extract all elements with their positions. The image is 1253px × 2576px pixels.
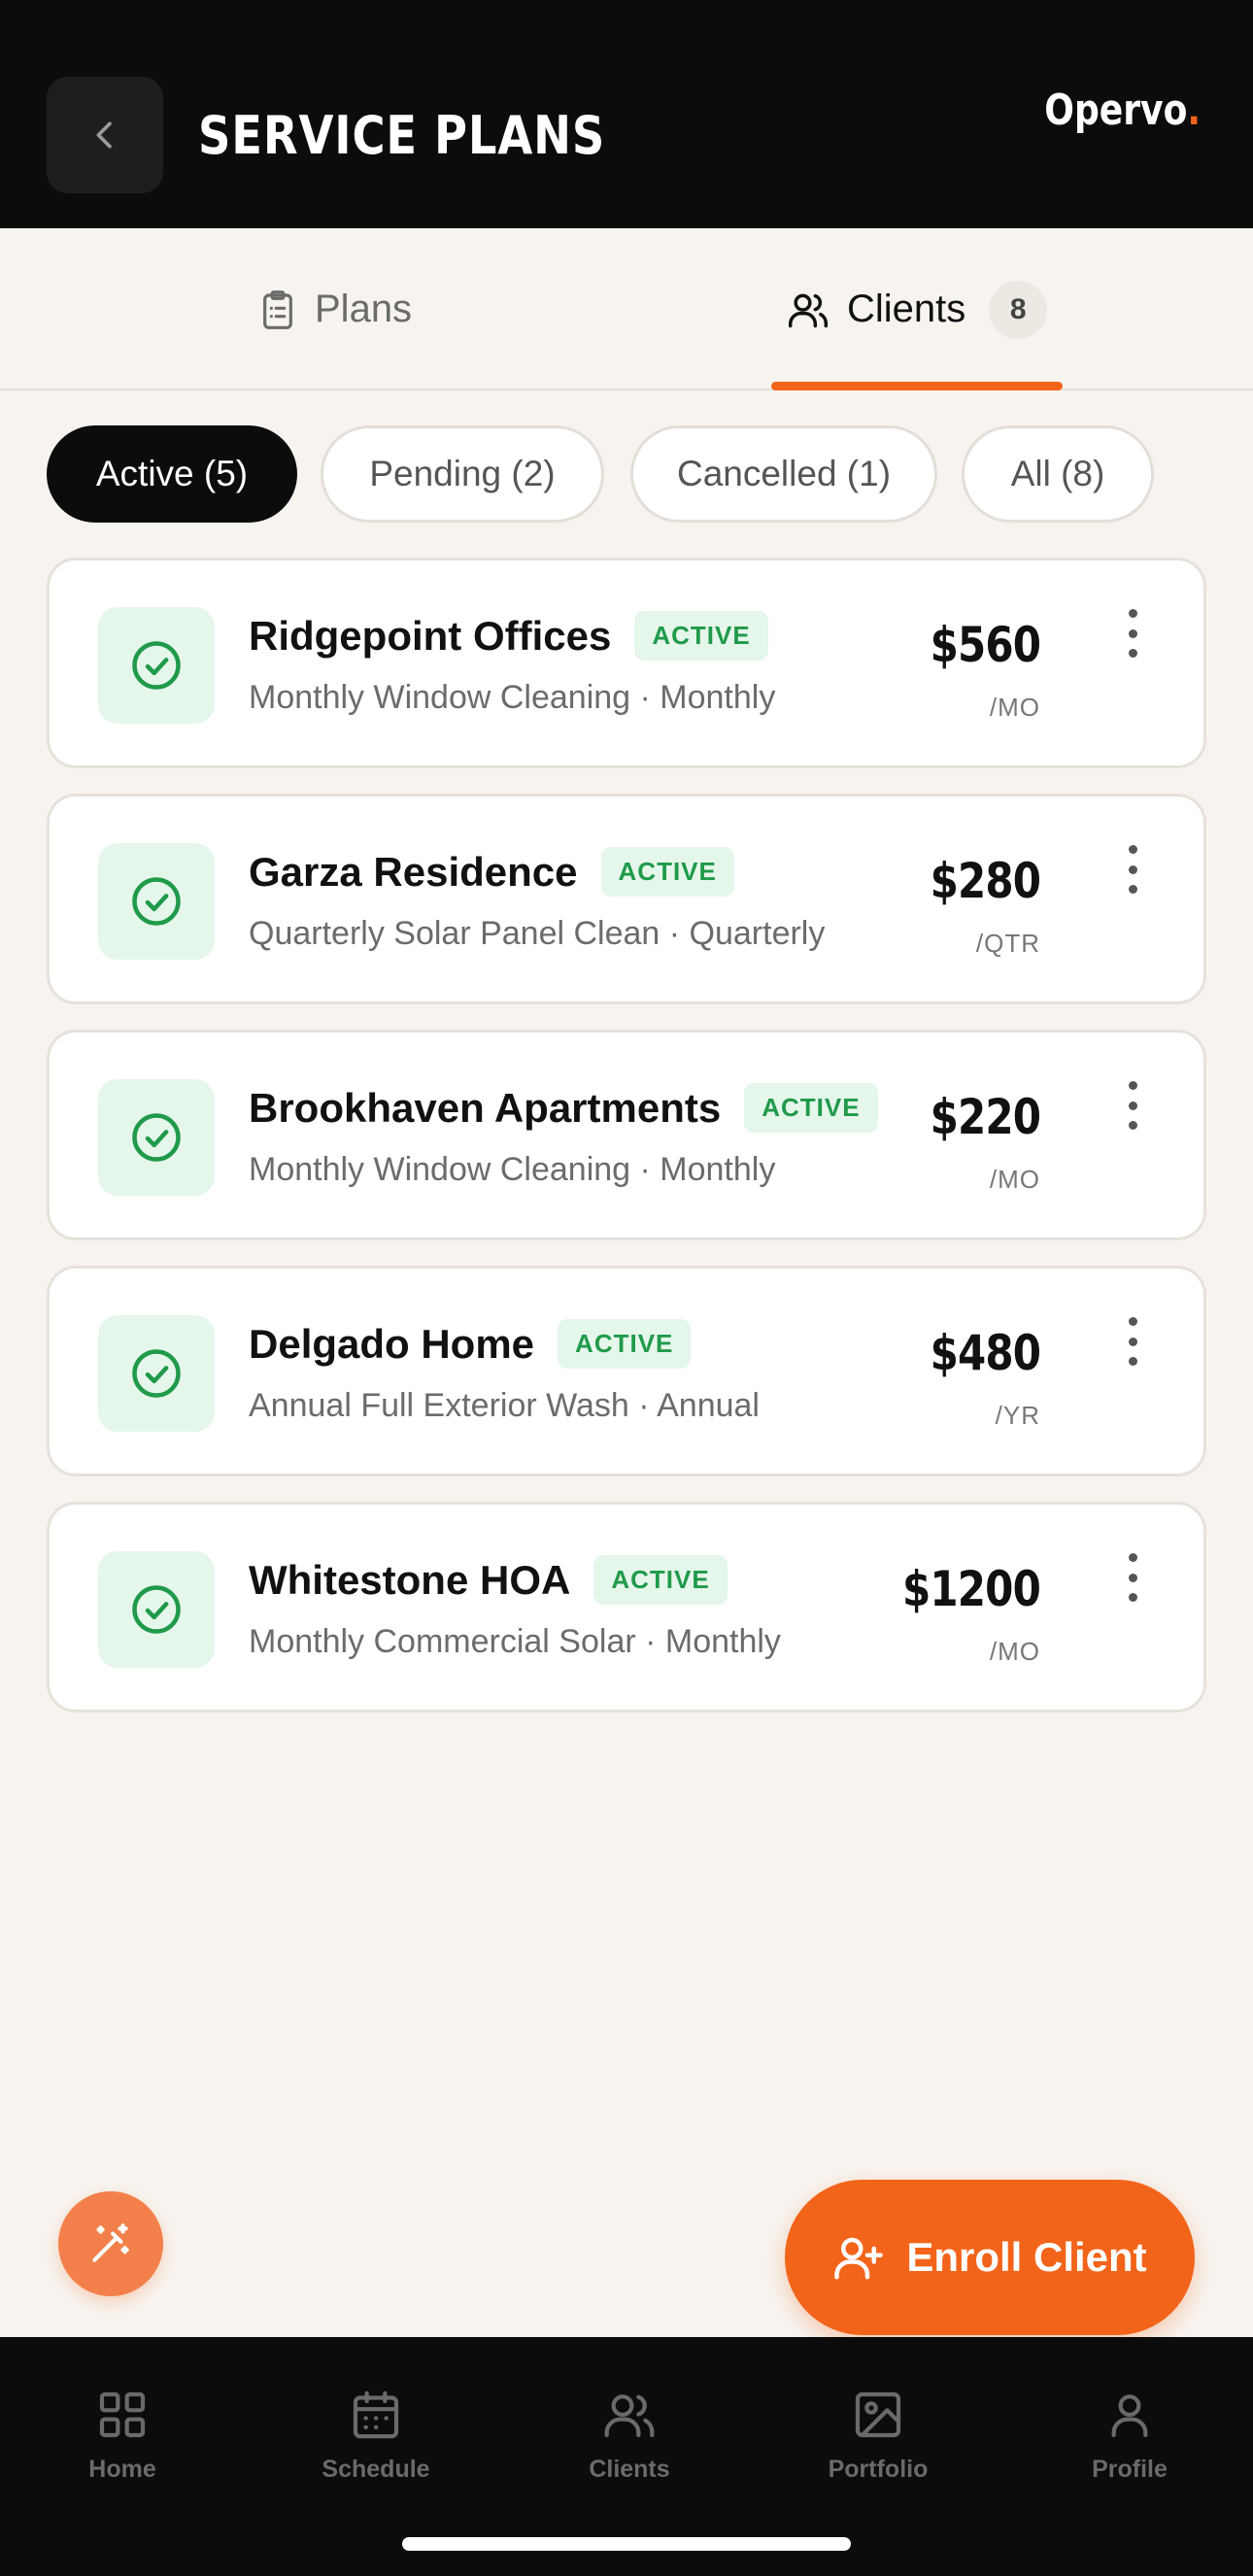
- image-icon: [855, 2391, 901, 2438]
- status-badge: ACTIVE: [558, 1319, 692, 1369]
- nav-home-label: Home: [88, 2456, 156, 2483]
- plan-price: $220: [930, 1089, 1040, 1145]
- client-name: Whitestone HOA: [249, 1556, 571, 1603]
- clients-count-badge: 8: [989, 280, 1048, 339]
- more-options-icon[interactable]: [1118, 609, 1147, 658]
- grid-icon: [99, 2391, 146, 2438]
- more-options-icon[interactable]: [1118, 1317, 1147, 1366]
- filter-pending[interactable]: Pending (2): [321, 425, 604, 523]
- status-icon-tile: [98, 607, 215, 724]
- chevron-left-icon: [96, 121, 112, 149]
- status-badge: ACTIVE: [744, 1083, 878, 1133]
- more-options-icon[interactable]: [1118, 1081, 1147, 1130]
- client-card[interactable]: Garza Residence ACTIVE Quarterly Solar P…: [47, 794, 1206, 1004]
- enroll-client-button[interactable]: Enroll Client: [785, 2180, 1195, 2335]
- active-tab-indicator: [771, 382, 1063, 390]
- clipboard-icon: [263, 289, 292, 329]
- tab-clients[interactable]: Clients 8: [787, 228, 1048, 390]
- client-name-row: Ridgepoint Offices ACTIVE: [249, 611, 768, 661]
- enroll-client-label: Enroll Client: [906, 2234, 1147, 2280]
- nav-portfolio[interactable]: Portfolio: [781, 2388, 975, 2484]
- client-name-row: Delgado Home ACTIVE: [249, 1319, 692, 1369]
- more-options-icon[interactable]: [1118, 1553, 1147, 1602]
- brand-name: Opervo: [1044, 85, 1188, 135]
- nav-clients[interactable]: Clients: [532, 2388, 727, 2484]
- check-circle-icon: [132, 1113, 181, 1162]
- status-icon-tile: [98, 843, 215, 960]
- billing-period: /QTR: [975, 929, 1040, 958]
- tab-plans[interactable]: Plans: [258, 228, 412, 390]
- status-badge: ACTIVE: [634, 611, 768, 661]
- back-button[interactable]: [47, 77, 163, 193]
- status-icon-tile: [98, 1079, 215, 1196]
- nav-schedule[interactable]: Schedule: [279, 2388, 473, 2484]
- client-name: Garza Residence: [249, 848, 578, 895]
- brand-logo: Opervo.: [1044, 85, 1201, 135]
- check-circle-icon: [132, 1349, 181, 1398]
- users-icon: [604, 2394, 655, 2438]
- check-circle-icon: [132, 641, 181, 690]
- plan-price: $480: [930, 1325, 1040, 1381]
- plan-description: Quarterly Solar Panel Clean · Quarterly: [249, 915, 826, 952]
- client-name-row: Garza Residence ACTIVE: [249, 847, 734, 897]
- tab-plans-label: Plans: [315, 288, 413, 330]
- page-title: SERVICE PLANS: [198, 105, 606, 166]
- status-icon-tile: [98, 1315, 215, 1432]
- plan-price: $560: [930, 617, 1040, 673]
- check-circle-icon: [132, 877, 181, 926]
- billing-period: /YR: [995, 1401, 1040, 1430]
- home-indicator: [402, 2537, 851, 2551]
- filter-active[interactable]: Active (5): [47, 425, 297, 523]
- user-plus-icon: [834, 2237, 884, 2280]
- nav-profile[interactable]: Profile: [1033, 2388, 1227, 2484]
- plan-description: Monthly Commercial Solar · Monthly: [249, 1623, 781, 1660]
- view-tabs: Plans Clients 8: [0, 228, 1253, 390]
- plan-price: $1200: [902, 1561, 1041, 1617]
- nav-schedule-label: Schedule: [322, 2456, 430, 2483]
- users-icon: [788, 293, 829, 327]
- client-name-row: Whitestone HOA ACTIVE: [249, 1555, 728, 1605]
- nav-profile-label: Profile: [1092, 2456, 1168, 2483]
- nav-portfolio-label: Portfolio: [828, 2456, 929, 2483]
- client-name: Delgado Home: [249, 1320, 535, 1367]
- filter-all[interactable]: All (8): [962, 425, 1154, 523]
- client-card[interactable]: Ridgepoint Offices ACTIVE Monthly Window…: [47, 558, 1206, 768]
- client-card[interactable]: Brookhaven Apartments ACTIVE Monthly Win…: [47, 1030, 1206, 1240]
- check-circle-icon: [132, 1585, 181, 1634]
- plan-description: Monthly Window Cleaning · Monthly: [249, 1151, 776, 1188]
- client-card[interactable]: Delgado Home ACTIVE Annual Full Exterior…: [47, 1266, 1206, 1476]
- status-icon-tile: [98, 1551, 215, 1668]
- nav-home[interactable]: Home: [25, 2388, 220, 2484]
- plan-description: Annual Full Exterior Wash · Annual: [249, 1387, 760, 1424]
- magic-wand-icon: [92, 2223, 129, 2262]
- client-name: Brookhaven Apartments: [249, 1084, 722, 1131]
- brand-dot: .: [1187, 85, 1201, 135]
- magic-wand-button[interactable]: [58, 2191, 163, 2296]
- tab-clients-label: Clients: [847, 288, 966, 330]
- client-name-row: Brookhaven Apartments ACTIVE: [249, 1083, 878, 1133]
- plan-description: Monthly Window Cleaning · Monthly: [249, 679, 776, 716]
- client-name: Ridgepoint Offices: [249, 612, 612, 659]
- plan-price: $280: [930, 853, 1040, 909]
- billing-period: /MO: [989, 1637, 1040, 1666]
- more-options-icon[interactable]: [1118, 845, 1147, 894]
- calendar-icon: [353, 2390, 399, 2439]
- client-card[interactable]: Whitestone HOA ACTIVE Monthly Commercial…: [47, 1502, 1206, 1712]
- nav-clients-label: Clients: [589, 2456, 670, 2483]
- status-badge: ACTIVE: [593, 1555, 728, 1605]
- billing-period: /MO: [989, 693, 1040, 722]
- billing-period: /MO: [989, 1165, 1040, 1194]
- user-icon: [1111, 2394, 1148, 2438]
- status-badge: ACTIVE: [600, 847, 734, 897]
- app-header: SERVICE PLANS Opervo.: [0, 0, 1253, 228]
- filter-cancelled[interactable]: Cancelled (1): [630, 425, 937, 523]
